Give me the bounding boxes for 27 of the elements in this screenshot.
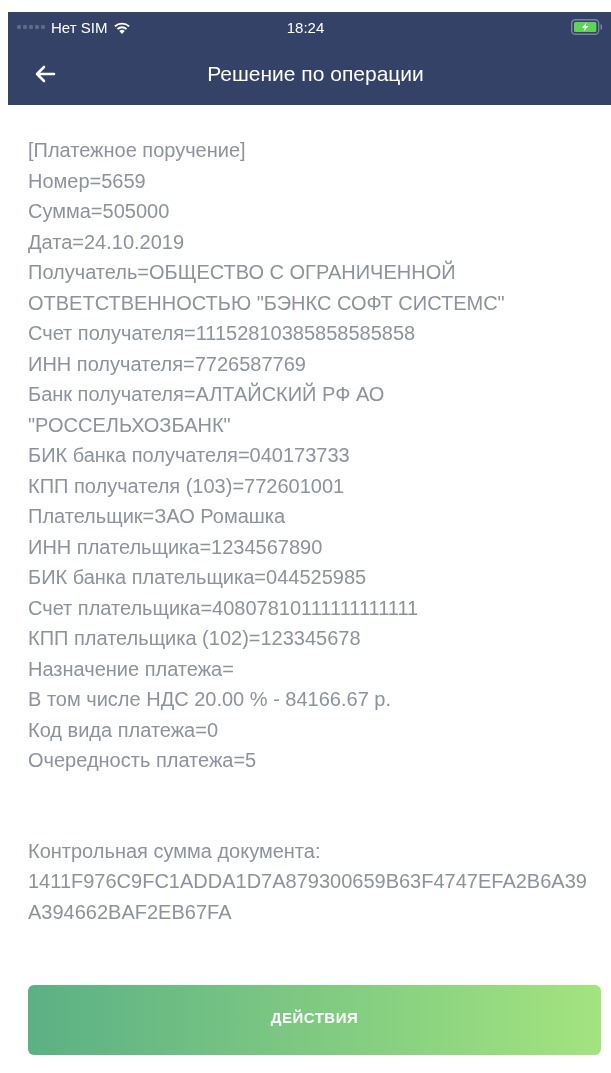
carrier-label: Нет SIM bbox=[51, 18, 108, 36]
document-line: Банк получателя=АЛТАЙСКИЙ РФ АО "РОССЕЛЬХОЗБАНК" bbox=[28, 381, 386, 438]
document-line: БИК банка получателя=040173733 bbox=[28, 443, 351, 468]
document-line: БИК банка плательщика=044525985 bbox=[28, 565, 368, 590]
document-line: Очередность платежа=5 bbox=[28, 748, 258, 773]
checksum-label: Контрольная сумма документа: bbox=[28, 838, 322, 864]
document-line: Назначение платежа= bbox=[28, 656, 235, 682]
document-line: Получатель=ОБЩЕСТВО С ОГРАНИЧЕННОЙ ОТВЕТСТВЕННОСТЬЮ "БЭНКС СОФТ СИСТЕМС" bbox=[28, 259, 506, 316]
screen-title: Решение по операции bbox=[207, 61, 424, 86]
document-line: КПП плательщика (102)=123345678 bbox=[28, 626, 362, 651]
document-line: Дата=24.10.2019 bbox=[28, 229, 186, 255]
document-line: Сумма=505000 bbox=[28, 199, 171, 224]
document-line: Счет получателя=11152810385858585858 bbox=[28, 321, 417, 346]
document-line: Счет плательщика=40807810111111111111 bbox=[28, 595, 420, 621]
actions-button[interactable]: ДЕЙСТВИЯ bbox=[28, 985, 601, 1055]
document-line: [Платежное поручение] bbox=[28, 138, 247, 163]
document-line: КПП получателя (103)=772601001 bbox=[28, 473, 346, 499]
document-line: ИНН плательщика=1234567890 bbox=[28, 534, 324, 560]
document-line: Номер=5659 bbox=[28, 168, 147, 194]
document-line: Плательщик=ЗАО Ромашка bbox=[28, 504, 287, 529]
checksum-value: 1411F976C9FC1ADDA1D7A879300659B63F4747EFA2B6A39A394662BAF2EB67FA bbox=[28, 869, 588, 925]
document-line: Код вида платежа=0 bbox=[28, 717, 220, 743]
status-time: 18:24 bbox=[286, 18, 325, 36]
signal-icon bbox=[16, 24, 46, 30]
document-line: ИНН получателя=7726587769 bbox=[28, 351, 307, 377]
battery-charging-icon bbox=[571, 19, 603, 35]
document-line: В том числе НДС 20.00 % - 84166.67 р. bbox=[28, 687, 392, 712]
